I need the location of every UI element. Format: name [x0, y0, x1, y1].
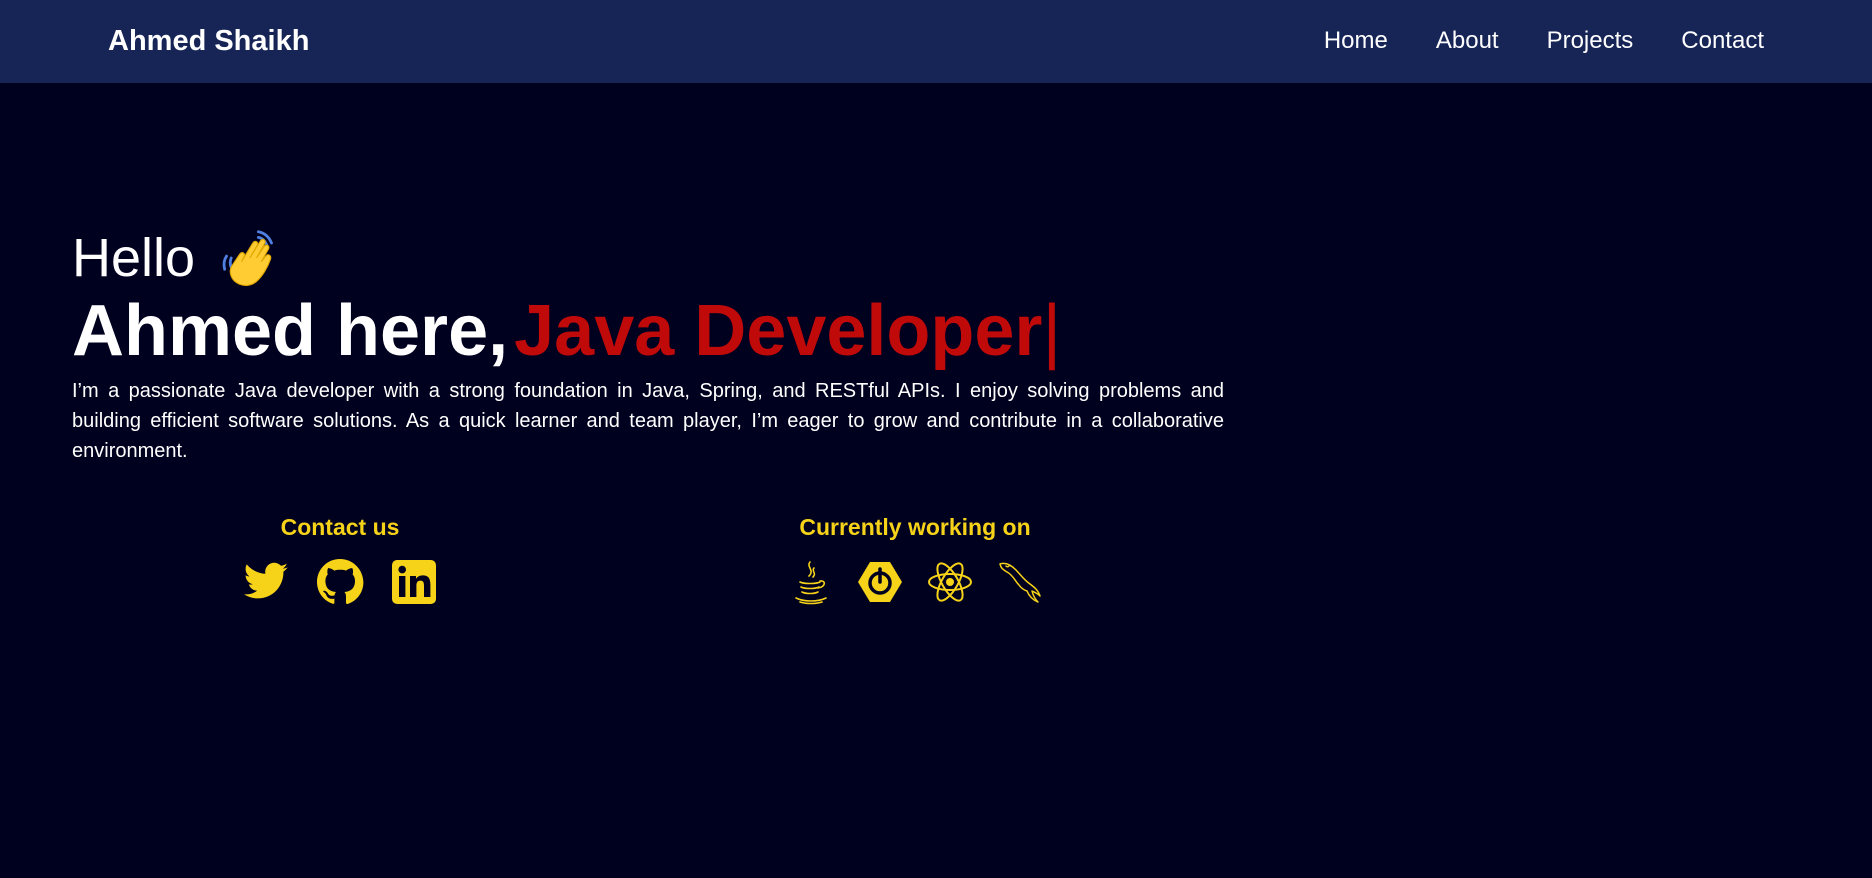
brand-name[interactable]: Ahmed Shaikh	[108, 22, 309, 60]
contact-section: Contact us	[213, 512, 467, 606]
nav-link-projects[interactable]: Projects	[1547, 24, 1634, 58]
linkedin-icon[interactable]	[390, 558, 438, 606]
react-icon	[926, 558, 974, 606]
java-icon	[786, 558, 834, 606]
spring-boot-icon	[856, 558, 904, 606]
nav-link-home[interactable]: Home	[1324, 24, 1388, 58]
navbar: Ahmed Shaikh Home About Projects Contact	[0, 0, 1872, 83]
headline: Ahmed here,Java Developer|	[72, 292, 1224, 370]
nav-links: Home About Projects Contact	[1324, 24, 1764, 58]
nav-link-contact[interactable]: Contact	[1681, 24, 1764, 58]
headline-role: Java Developer	[514, 291, 1043, 371]
contact-icons	[213, 558, 467, 606]
twitter-icon[interactable]	[242, 558, 290, 606]
bio-paragraph: I’m a passionate Java developer with a s…	[72, 380, 1224, 462]
mysql-icon	[996, 558, 1044, 606]
nav-link-about[interactable]: About	[1436, 24, 1499, 58]
hero-section: Hello Ahmed here,Java Developer| I’m a p…	[72, 224, 1224, 466]
github-icon[interactable]	[316, 558, 364, 606]
working-on-title: Currently working on	[799, 514, 1031, 540]
greeting-text: Hello	[72, 228, 196, 288]
greeting-row: Hello	[72, 224, 1224, 292]
waving-hand-icon	[219, 228, 279, 288]
headline-name: Ahmed here,	[72, 291, 509, 371]
typing-cursor: |	[1042, 291, 1062, 371]
contact-title: Contact us	[280, 514, 400, 540]
working-on-section: Currently working on	[776, 512, 1054, 606]
tech-icons	[776, 558, 1054, 606]
